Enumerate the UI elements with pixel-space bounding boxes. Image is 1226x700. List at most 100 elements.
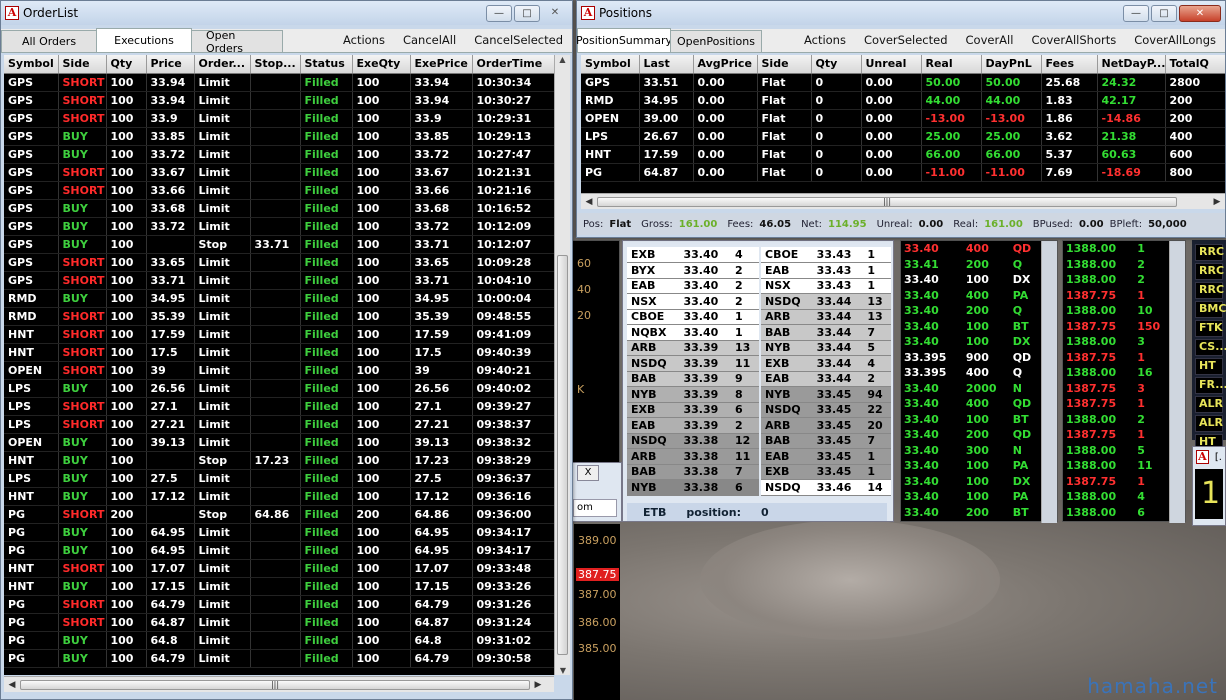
horizontal-scrollbar[interactable]: ◀ ||| ▶: [4, 676, 554, 692]
table-row[interactable]: HNT SHORT 100 17.5 Limit Filled 100 17.5 09:40:3…: [4, 343, 554, 362]
book-row[interactable]: EXB 33.40 4: [627, 247, 759, 263]
close-button[interactable]: ✕: [542, 5, 568, 22]
ticker-item[interactable]: FR...: [1195, 377, 1226, 394]
orderlist-titlebar[interactable]: A OrderList — □ ✕: [1, 1, 572, 25]
table-row[interactable]: PG 64.87 0.00 Flat 0 0.00 -11.00 -11.00 7.69 -18.…: [581, 163, 1225, 182]
book-row[interactable]: CBOE 33.43 1: [761, 247, 891, 263]
book-row[interactable]: NYB 33.39 8: [627, 386, 759, 403]
table-row[interactable]: HNT SHORT 100 17.59 Limit Filled 100 17.59 09:41…: [4, 325, 554, 344]
book-row[interactable]: EAB 33.39 2: [627, 417, 759, 434]
book-row[interactable]: ARB 33.39 13: [627, 340, 759, 356]
minimize-button[interactable]: —: [486, 4, 512, 22]
book-row[interactable]: EAB 33.43 1: [761, 262, 891, 279]
horizontal-scrollbar[interactable]: ◀ ||| ▶: [581, 193, 1225, 209]
column-header[interactable]: Real: [921, 55, 982, 74]
tab-position-summary[interactable]: PositionSummary: [576, 28, 672, 52]
close-button[interactable]: X: [577, 465, 599, 481]
table-row[interactable]: LPS BUY 100 26.56 Limit Filled 100 26.56 09:40:0…: [4, 379, 554, 398]
table-row[interactable]: PG SHORT 100 64.87 Limit Filled 100 64.87 09:31:…: [4, 613, 554, 632]
scroll-down-icon[interactable]: ▼: [555, 666, 571, 675]
table-row[interactable]: LPS SHORT 100 27.21 Limit Filled 100 27.21 09:38…: [4, 415, 554, 434]
scrollbar[interactable]: [1041, 241, 1057, 523]
ticker-item[interactable]: BMC: [1195, 301, 1226, 318]
table-row[interactable]: GPS SHORT 100 33.71 Limit Filled 100 33.71 10:04…: [4, 271, 554, 290]
book-row[interactable]: BAB 33.39 9: [627, 371, 759, 387]
tab-open-orders[interactable]: Open Orders: [191, 29, 283, 55]
tab-open-positions[interactable]: OpenPositions: [670, 30, 762, 52]
table-row[interactable]: GPS SHORT 100 33.67 Limit Filled 100 33.67 10:21…: [4, 163, 554, 182]
scroll-left-icon[interactable]: ◀: [4, 680, 20, 690]
column-header[interactable]: AvgPrice: [693, 55, 758, 74]
table-row[interactable]: OPEN BUY 100 39.13 Limit Filled 100 39.13 09:38:…: [4, 433, 554, 452]
ticker-item[interactable]: RRC: [1195, 282, 1224, 299]
cover-all-shorts-button[interactable]: CoverAllShorts: [1022, 33, 1125, 47]
table-row[interactable]: GPS SHORT 100 33.65 Limit Filled 100 33.65 10:09…: [4, 253, 554, 272]
book-row[interactable]: NYB 33.44 5: [761, 340, 891, 356]
cover-all-button[interactable]: CoverAll: [957, 33, 1023, 47]
scroll-thumb[interactable]: [557, 255, 568, 655]
book-row[interactable]: NSDQ 33.45 22: [761, 402, 891, 418]
table-row[interactable]: GPS BUY 100 33.72 Limit Filled 100 33.72 10:27:4…: [4, 145, 554, 164]
table-row[interactable]: PG BUY 100 64.95 Limit Filled 100 64.95 09:34:17: [4, 541, 554, 560]
book-row[interactable]: EAB 33.45 1: [761, 448, 891, 465]
cover-all-longs-button[interactable]: CoverAllLongs: [1125, 33, 1225, 47]
ticker-item[interactable]: HT: [1195, 358, 1223, 375]
table-row[interactable]: GPS SHORT 100 33.66 Limit Filled 100 33.66 10:21…: [4, 181, 554, 200]
column-header[interactable]: Fees: [1041, 55, 1098, 74]
book-row[interactable]: NSX 33.43 1: [761, 278, 891, 294]
scrollbar[interactable]: [1169, 241, 1185, 523]
table-row[interactable]: GPS BUY 100 33.68 Limit Filled 100 33.68 10:16:5…: [4, 199, 554, 218]
cover-selected-button[interactable]: CoverSelected: [855, 33, 957, 47]
column-header[interactable]: ExePrice: [410, 55, 473, 74]
column-header[interactable]: ExeQty: [352, 55, 411, 74]
book-row[interactable]: NSDQ 33.39 11: [627, 355, 759, 372]
scroll-thumb[interactable]: |||: [597, 196, 1177, 207]
positions-titlebar[interactable]: A Positions — □ ✕: [577, 1, 1225, 25]
actions-menu[interactable]: Actions: [795, 33, 855, 47]
book-row[interactable]: NSDQ 33.46 14: [761, 479, 891, 496]
book-row[interactable]: NQBX 33.40 1: [627, 324, 759, 341]
table-row[interactable]: HNT BUY 100 17.12 Limit Filled 100 17.12 09:36:1…: [4, 487, 554, 506]
table-row[interactable]: GPS SHORT 100 33.94 Limit Filled 100 33.94 10:30…: [4, 73, 554, 92]
scroll-left-icon[interactable]: ◀: [581, 197, 597, 207]
column-header[interactable]: Symbol: [4, 55, 59, 74]
book-row[interactable]: EAB 33.40 2: [627, 278, 759, 294]
book-row[interactable]: ARB 33.44 13: [761, 309, 891, 325]
book-row[interactable]: EXB 33.45 1: [761, 464, 891, 480]
column-header[interactable]: NetDayP...: [1097, 55, 1166, 74]
table-row[interactable]: RMD 34.95 0.00 Flat 0 0.00 44.00 44.00 1.83 42.17…: [581, 91, 1225, 110]
ticker-item[interactable]: RRC: [1195, 244, 1224, 261]
book-row[interactable]: EXB 33.39 6: [627, 402, 759, 418]
column-header[interactable]: Stop...: [250, 55, 301, 74]
small-window-field[interactable]: om: [573, 499, 617, 517]
table-row[interactable]: LPS BUY 100 27.5 Limit Filled 100 27.5 09:36:37: [4, 469, 554, 488]
column-header[interactable]: TotalQ: [1165, 55, 1225, 74]
column-header[interactable]: Qty: [106, 55, 147, 74]
table-row[interactable]: PG BUY 100 64.95 Limit Filled 100 64.95 09:34:17: [4, 523, 554, 542]
table-row[interactable]: PG SHORT 100 64.79 Limit Filled 100 64.79 09:31:…: [4, 595, 554, 614]
book-row[interactable]: NYB 33.38 6: [627, 479, 759, 496]
book-row[interactable]: NSDQ 33.38 12: [627, 433, 759, 449]
table-row[interactable]: OPEN SHORT 100 39 Limit Filled 100 39 09:40:21: [4, 361, 554, 380]
table-row[interactable]: LPS 26.67 0.00 Flat 0 0.00 25.00 25.00 3.62 21.38…: [581, 127, 1225, 146]
scroll-up-icon[interactable]: ▲: [555, 55, 570, 64]
table-row[interactable]: PG BUY 100 64.79 Limit Filled 100 64.79 09:30:58: [4, 649, 554, 668]
column-header[interactable]: Unreal: [861, 55, 922, 74]
table-row[interactable]: LPS SHORT 100 27.1 Limit Filled 100 27.1 09:39:2…: [4, 397, 554, 416]
book-row[interactable]: ARB 33.38 11: [627, 448, 759, 465]
book-row[interactable]: BYX 33.40 2: [627, 262, 759, 279]
table-row[interactable]: HNT BUY 100 17.15 Limit Filled 100 17.15 09:33:2…: [4, 577, 554, 596]
table-row[interactable]: HNT BUY 100 Stop 17.23 Filled 100 17.23 09:38:29: [4, 451, 554, 470]
column-header[interactable]: Status: [300, 55, 353, 74]
book-row[interactable]: CBOE 33.40 1: [627, 309, 759, 325]
minimize-button[interactable]: —: [1123, 4, 1149, 22]
book-row[interactable]: NYB 33.45 94: [761, 386, 891, 403]
scroll-right-icon[interactable]: ▶: [530, 680, 546, 690]
table-row[interactable]: RMD SHORT 100 35.39 Limit Filled 100 35.39 09:48…: [4, 307, 554, 326]
scroll-thumb[interactable]: |||: [20, 679, 530, 690]
column-header[interactable]: Side: [757, 55, 812, 74]
table-row[interactable]: GPS SHORT 100 33.9 Limit Filled 100 33.9 10:29:3…: [4, 109, 554, 128]
ticker-item[interactable]: ALR: [1195, 415, 1223, 432]
ticker-item[interactable]: RRC: [1195, 263, 1224, 280]
ticker-item[interactable]: FTK: [1195, 320, 1223, 337]
